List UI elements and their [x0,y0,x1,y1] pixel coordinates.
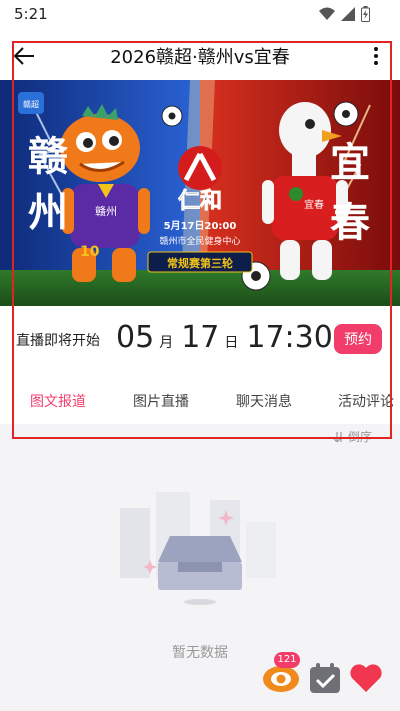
status-time: 5:21 [14,5,48,23]
sponsor-logo [178,146,222,190]
sort-icon [333,431,342,442]
tab-photo-live[interactable]: 图片直播 [133,391,189,411]
match-datetime: 5月17日20:00 [164,220,237,232]
page-title: 2026赣超·赣州vs宜春 [110,47,290,68]
tab-activity-comments[interactable]: 活动评论 [338,391,394,411]
battery-icon [361,6,370,22]
like-button[interactable] [348,662,384,694]
more-vertical-icon [374,47,378,65]
empty-box-illustration [120,492,276,605]
start-month: 05 [116,320,155,355]
match-poster: 赣超 赣州 10 宜春 赣 州 宜 春 仁和 5月17日20:00 赣州市全民健… [0,80,400,306]
live-info-row: 直播即将开始 05 月 17 日 17:30 预约 [0,306,400,374]
right-team-char-1: 宜 [330,140,370,186]
back-arrow-icon [13,47,34,65]
day-unit: 日 [224,335,239,351]
right-jersey-name: 宜春 [304,198,324,211]
sort-row: 倒序 [0,424,400,452]
match-venue: 赣州市全民健身中心 [159,235,240,247]
poster-image: 赣超 赣州 10 宜春 赣 州 宜 春 仁和 5月17日20:00 赣州市全民健… [0,80,400,306]
checkin-button[interactable] [308,662,342,694]
reserve-button[interactable]: 预约 [334,324,382,354]
start-clock: 17:30 [246,320,333,355]
match-round: 常规赛第三轮 [167,256,233,270]
tab-chat-messages[interactable]: 聊天消息 [236,391,292,411]
left-jersey-name: 赣州 [95,204,117,218]
cell-signal-icon [341,7,355,21]
sort-order-toggle[interactable]: 倒序 [333,428,372,445]
left-team-char-1: 赣 [28,134,69,180]
month-unit: 月 [159,335,174,351]
content-tabs: 图文报道 图片直播 聊天消息 活动评论 [0,374,400,424]
live-status-label: 直播即将开始 [16,333,100,349]
start-day: 17 [181,320,220,355]
right-team-char-2: 春 [330,200,370,246]
back-button[interactable] [10,42,38,70]
status-bar: 5:21 [0,0,400,30]
tab-text-report[interactable]: 图文报道 [30,391,86,411]
empty-state-text: 暂无数据 [172,645,228,661]
header-bar: 2026赣超·赣州vs宜春 [0,30,400,80]
sort-order-label: 倒序 [347,430,372,444]
sponsor-name: 仁和 [178,188,222,214]
heart-icon [350,664,382,692]
live-start-time: 05 月 17 日 17:30 [116,320,333,355]
league-logo-text: 赣超 [23,99,39,109]
status-icons [319,6,370,22]
badge-count: 121 [274,652,300,668]
jersey-number: 10 [80,244,100,260]
more-button[interactable] [364,42,388,70]
share-eye-button[interactable]: 121 [262,652,300,694]
wifi-icon [319,7,335,20]
calendar-check-icon [310,663,340,693]
left-team-char-2: 州 [28,190,68,236]
